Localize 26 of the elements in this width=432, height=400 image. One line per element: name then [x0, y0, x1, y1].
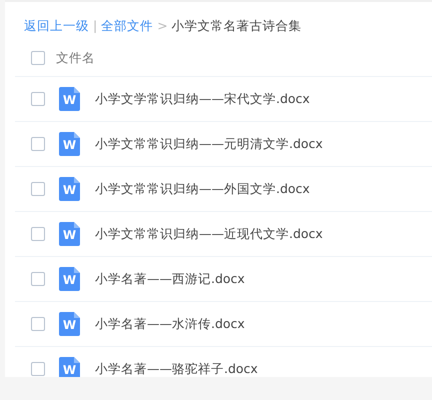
checkbox[interactable] — [31, 317, 45, 331]
word-file-icon: W — [59, 312, 80, 336]
word-file-icon: W — [59, 222, 80, 246]
checkbox[interactable] — [31, 137, 45, 151]
file-name[interactable]: 小学名著——水浒传.docx — [95, 314, 245, 334]
checkbox[interactable] — [31, 51, 45, 65]
current-folder: 小学文常名著古诗合集 — [172, 16, 302, 35]
word-file-icon: W — [59, 267, 80, 291]
word-file-icon: W — [59, 357, 80, 377]
column-header[interactable]: 文件名 — [56, 48, 95, 68]
file-name[interactable]: 小学名著——西游记.docx — [95, 270, 245, 288]
file-name[interactable]: 小学名著——骆驼祥子.docx — [95, 360, 258, 377]
word-file-icon: W — [59, 177, 80, 201]
file-name[interactable]: 小学文学常识归纳——宋代文学.docx — [95, 90, 310, 108]
file-name[interactable]: 小学文常常识归纳——近现代文学.docx — [95, 224, 323, 244]
checkbox[interactable] — [31, 92, 45, 106]
file-name[interactable]: 小学文常常识归纳——外国文学.docx — [95, 180, 310, 198]
breadcrumb-separator: > — [157, 16, 168, 35]
checkbox[interactable] — [31, 227, 45, 241]
checkbox[interactable] — [31, 362, 45, 376]
word-file-icon: W — [59, 87, 80, 111]
checkbox[interactable] — [31, 272, 45, 286]
word-file-icon: W — [59, 132, 80, 156]
checkbox[interactable] — [31, 182, 45, 196]
file-name[interactable]: 小学文常常识归纳——元明清文学.docx — [95, 134, 323, 154]
breadcrumb-separator: | — [93, 16, 98, 35]
